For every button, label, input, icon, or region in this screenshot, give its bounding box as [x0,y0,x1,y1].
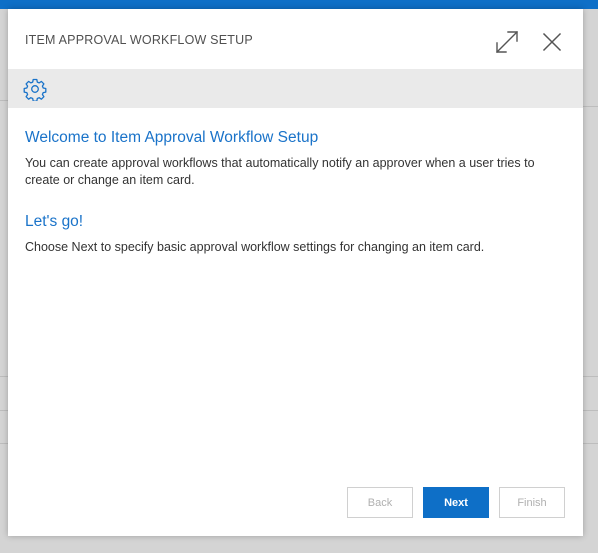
close-icon [542,32,562,52]
dialog-content: Welcome to Item Approval Workflow Setup … [25,129,570,256]
app-top-bar [0,0,598,9]
welcome-heading: Welcome to Item Approval Workflow Setup [25,129,319,146]
close-button[interactable] [537,27,567,57]
letsgo-text: Choose Next to specify basic approval wo… [25,240,485,254]
expand-icon [496,31,518,53]
finish-button[interactable]: Finish [499,487,565,518]
dialog-toolbar [8,69,583,108]
setup-dialog: ITEM APPROVAL WORKFLOW SETUP Welcome to … [8,9,583,536]
background-divider [0,376,8,377]
background-divider [0,410,8,411]
settings-button[interactable] [22,76,48,102]
background-divider [0,100,8,101]
dialog-title: ITEM APPROVAL WORKFLOW SETUP [25,33,253,47]
welcome-section: Welcome to Item Approval Workflow Setup … [25,129,570,189]
background-divider [0,443,8,444]
background-divider [583,106,598,107]
next-button[interactable]: Next [423,487,489,518]
background-divider [583,410,598,411]
letsgo-heading: Let's go! [25,213,84,230]
background-divider [583,443,598,444]
back-button[interactable]: Back [347,487,413,518]
welcome-text: You can create approval workflows that a… [25,156,535,187]
letsgo-section: Let's go! Choose Next to specify basic a… [25,213,570,256]
gear-icon [23,78,47,101]
expand-button[interactable] [492,27,522,57]
dialog-header: ITEM APPROVAL WORKFLOW SETUP [8,9,583,69]
background-divider [583,376,598,377]
